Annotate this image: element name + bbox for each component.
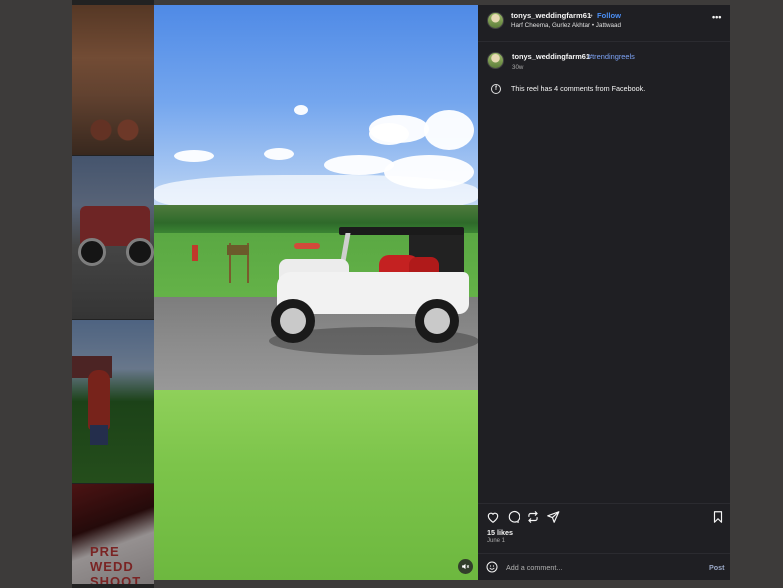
facebook-icon: f (491, 84, 501, 94)
more-horizontal-icon[interactable]: ••• (712, 12, 721, 22)
share-icon[interactable] (546, 510, 560, 524)
follow-button[interactable]: Follow (597, 11, 621, 20)
post-details-panel: tonys_weddingfarm61 • Follow Harf Cheema… (478, 5, 730, 580)
avatar[interactable] (487, 52, 504, 69)
header-separator: • (590, 11, 593, 20)
heart-icon[interactable] (486, 510, 500, 524)
facebook-comments-notice: This reel has 4 comments from Facebook. (511, 84, 646, 93)
background-reel-thumbnail[interactable] (72, 5, 154, 155)
wooden-sign (227, 243, 249, 283)
caption-hashtag[interactable]: #trendingreels (588, 52, 635, 61)
bookmark-icon[interactable] (711, 510, 725, 524)
avatar[interactable] (487, 12, 504, 29)
pots-image (86, 110, 146, 150)
repost-icon[interactable] (526, 510, 540, 524)
comment-input[interactable] (506, 560, 696, 574)
post-comment-button[interactable]: Post (709, 563, 725, 572)
pre-wedding-text: PRE WEDD SHOOT (90, 544, 142, 584)
reel-video[interactable] (154, 5, 478, 580)
background-reel-thumbnail[interactable]: PRE WEDD SHOOT (72, 484, 154, 584)
mute-icon[interactable] (458, 559, 473, 574)
audio-location-line[interactable]: Harf Cheema, Gurlez Akhtar • Jattwaad (511, 22, 621, 29)
background-reel-thumbnail[interactable] (72, 320, 154, 483)
vintage-white-car (259, 227, 478, 355)
author-username[interactable]: tonys_weddingfarm61 (511, 11, 591, 20)
background-reel-thumbnail[interactable] (72, 156, 154, 319)
caption-username[interactable]: tonys_weddingfarm61 (512, 52, 590, 61)
comment-bar: Post (478, 553, 730, 581)
emoji-icon[interactable] (486, 561, 498, 573)
scarecrow (192, 245, 198, 261)
post-date: June 1 (487, 538, 506, 544)
caption-timestamp: 30w (512, 64, 524, 71)
post-header: tonys_weddingfarm61 • Follow Harf Cheema… (478, 5, 730, 36)
lawn (154, 390, 478, 580)
scarecrow-image (88, 370, 110, 430)
likes-count[interactable]: 15 likes (487, 528, 513, 537)
comment-icon[interactable] (506, 510, 520, 524)
action-bar (478, 503, 730, 524)
